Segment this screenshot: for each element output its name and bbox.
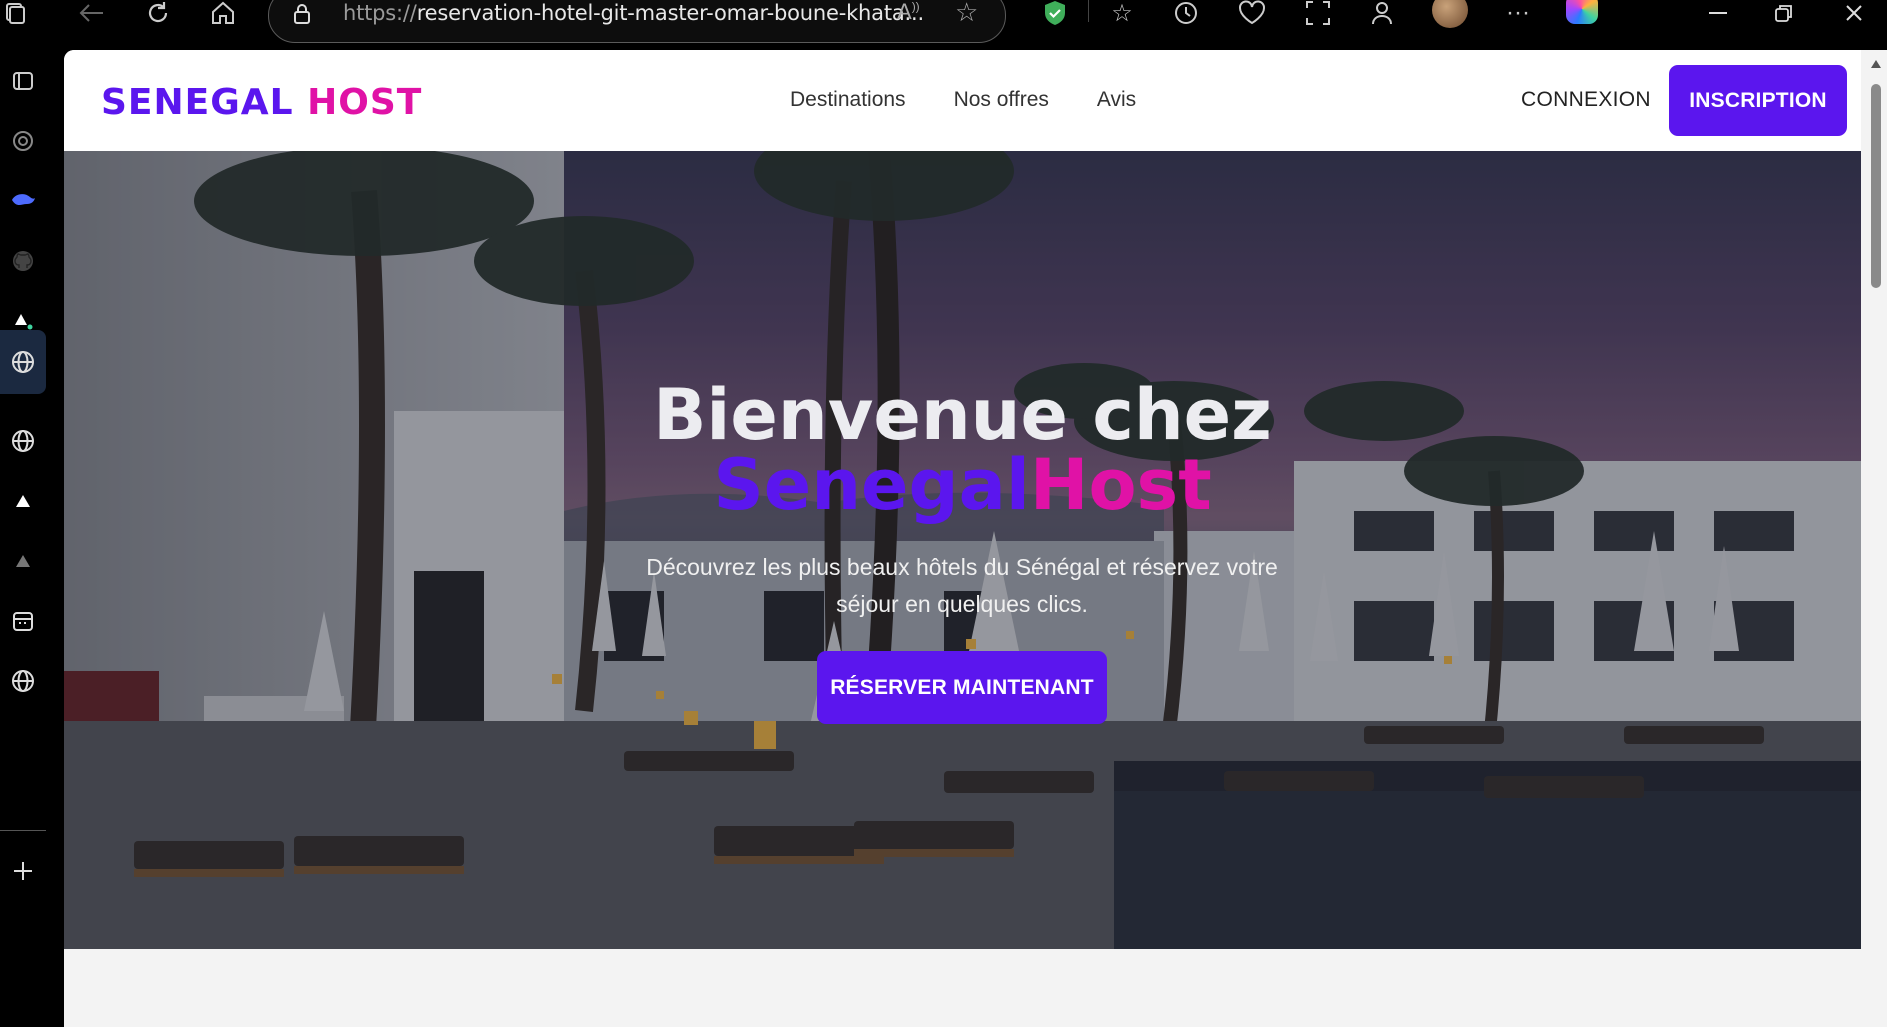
triangle-icon[interactable] [0, 538, 46, 584]
restore-icon[interactable] [1766, 0, 1802, 26]
profile-avatar[interactable] [1432, 0, 1468, 28]
browser-essentials-icon[interactable] [1234, 0, 1270, 26]
hero-content: Bienvenue chez SenegalHost Découvrez les… [64, 151, 1861, 949]
sidebar-divider [0, 830, 46, 831]
minimize-icon[interactable] [1700, 0, 1736, 26]
tab-actions-icon[interactable] [0, 0, 30, 26]
hero-brand: SenegalHost [64, 449, 1861, 521]
url-text[interactable]: https://reservation-hotel-git-master-oma… [343, 1, 924, 25]
home-icon[interactable] [205, 0, 241, 26]
page-viewport: SENEGAL HOST Destinations Nos offres Avi… [64, 50, 1887, 1027]
nav-link-nos-offres[interactable]: Nos offres [954, 88, 1049, 112]
chatgpt-icon[interactable] [0, 118, 46, 164]
plus-icon[interactable] [0, 848, 46, 894]
history-icon[interactable] [1168, 0, 1204, 26]
lock-icon[interactable] [293, 3, 311, 25]
logo-part-2: HOST [307, 82, 423, 123]
star-icon[interactable]: ☆ [955, 0, 978, 28]
site-navbar: SENEGAL HOST Destinations Nos offres Avi… [64, 50, 1861, 151]
close-icon[interactable] [1836, 0, 1872, 26]
read-aloud-icon[interactable]: A)) [897, 0, 920, 25]
favorites-icon[interactable]: ☆ [1104, 0, 1140, 27]
globe-icon[interactable] [0, 418, 46, 464]
logo-part-1: SENEGAL [101, 82, 294, 123]
more-icon[interactable]: ··· [1500, 0, 1536, 26]
book-now-button[interactable]: RÉSERVER MAINTENANT [817, 651, 1107, 724]
globe-icon[interactable] [0, 658, 46, 704]
deepseek-icon[interactable] [0, 178, 46, 224]
copilot-icon[interactable] [1566, 0, 1598, 24]
scroll-up-arrow-icon[interactable] [1871, 60, 1881, 68]
next-section [64, 949, 1861, 1027]
hero-section: Bienvenue chez SenegalHost Découvrez les… [64, 151, 1861, 949]
back-arrow-icon[interactable] [74, 0, 110, 26]
page-scrollbar[interactable] [1865, 50, 1887, 1027]
nav-link-destinations[interactable]: Destinations [790, 88, 906, 112]
nav-links: Destinations Nos offres Avis [790, 88, 1136, 112]
scroll-thumb[interactable] [1871, 84, 1881, 288]
screenshot-icon[interactable] [1300, 0, 1336, 26]
calendar-icon[interactable] [0, 598, 46, 644]
hero-brand-part-1: Senegal [713, 444, 1030, 526]
globe-icon[interactable] [0, 330, 46, 394]
extensions-icon[interactable] [1364, 0, 1400, 26]
address-bar[interactable]: https://reservation-hotel-git-master-oma… [268, 0, 1006, 43]
signup-button[interactable]: INSCRIPTION [1669, 65, 1847, 136]
browser-toolbar: https://reservation-hotel-git-master-oma… [0, 0, 1887, 50]
reload-icon[interactable] [140, 0, 176, 26]
toolbar-divider [1088, 0, 1089, 22]
shield-check-icon[interactable] [1040, 0, 1070, 26]
browser-sidebar [0, 50, 64, 1027]
login-button[interactable]: CONNEXION [1521, 88, 1651, 112]
site-logo[interactable]: SENEGAL HOST [101, 82, 422, 123]
triangle-icon[interactable] [0, 478, 46, 524]
tab-actions-icon[interactable] [0, 58, 46, 104]
hero-subtitle: Découvrez les plus beaux hôtels du Sénég… [646, 554, 1278, 617]
nav-link-avis[interactable]: Avis [1097, 88, 1136, 112]
github-icon[interactable] [0, 238, 46, 284]
hero-title: Bienvenue chez [653, 374, 1272, 456]
hero-brand-part-2: Host [1029, 444, 1212, 526]
